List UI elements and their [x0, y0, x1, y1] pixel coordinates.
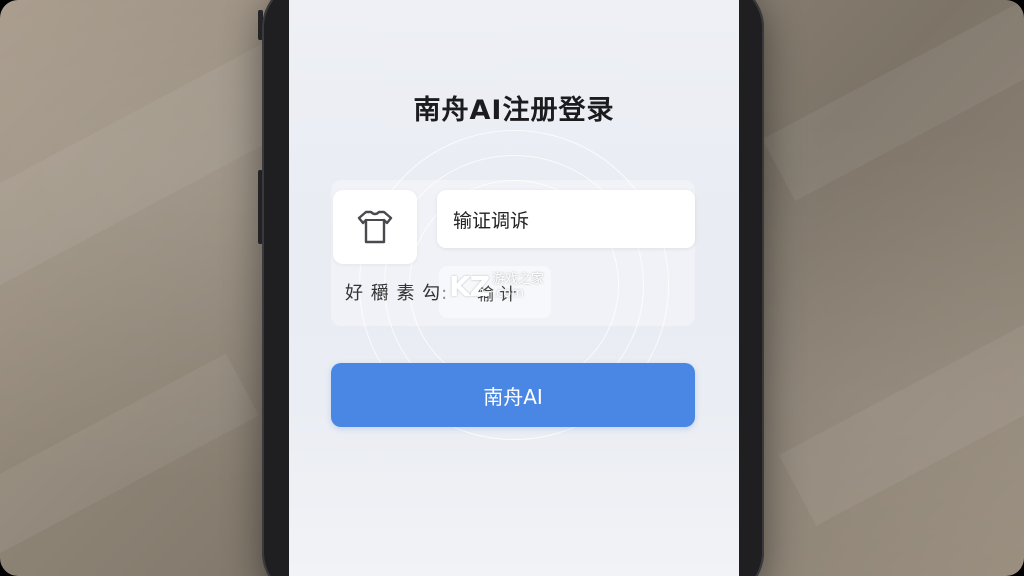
watermark-mark: KZ: [449, 269, 490, 303]
submit-button[interactable]: 南舟AI: [331, 363, 695, 427]
watermark-text: 游戏之家 .com: [492, 273, 544, 300]
watermark-cn: 游戏之家: [492, 271, 545, 287]
watermark-domain: .com: [492, 285, 524, 301]
field-label: 好 穱 素 勾:: [345, 283, 449, 304]
verification-code-input[interactable]: [437, 190, 695, 248]
phone-screen: 南舟AI注册登录 好 穱 素 勾: 输 计 KZ 游戏之家 .com 南舟AI: [289, 0, 739, 576]
shirt-icon: [357, 210, 393, 244]
photo-background: 南舟AI注册登录 好 穱 素 勾: 输 计 KZ 游戏之家 .com 南舟AI: [0, 0, 1024, 576]
watermark-logo: KZ 游戏之家 .com: [449, 268, 544, 304]
background-stripe: [762, 0, 1024, 202]
background-stripe: [778, 314, 1024, 526]
avatar-upload-tile[interactable]: [333, 190, 417, 264]
page-title: 南舟AI注册登录: [413, 95, 615, 126]
background-stripe: [0, 353, 259, 557]
